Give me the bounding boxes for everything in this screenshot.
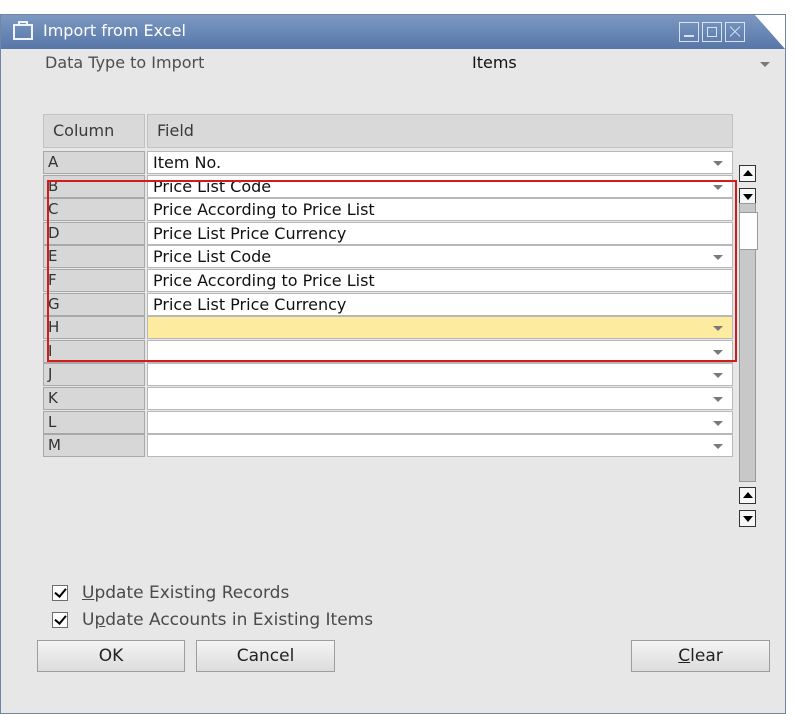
dropdown-caret-icon[interactable] — [713, 326, 723, 332]
titlebar-corner — [755, 15, 785, 49]
column-letter-cell[interactable]: M — [43, 434, 145, 458]
field-cell[interactable]: Price List Price Currency — [147, 221, 733, 245]
scroll-up-icon[interactable] — [739, 165, 756, 182]
table-row: M — [43, 434, 733, 458]
data-type-value: Items — [472, 53, 517, 72]
table-row: I — [43, 339, 733, 363]
update-existing-records-label: Update Existing Records — [82, 583, 290, 603]
dropdown-caret-icon[interactable] — [713, 373, 723, 379]
dropdown-caret-icon[interactable] — [713, 184, 723, 190]
table-row: C Price According to Price List — [43, 198, 733, 222]
table-row: E Price List Code — [43, 245, 733, 269]
field-cell[interactable]: Price According to Price List — [147, 269, 733, 292]
scroll-down-icon[interactable] — [739, 510, 756, 527]
field-cell[interactable] — [147, 387, 733, 410]
field-cell[interactable]: Price List Code — [147, 245, 733, 269]
field-value: Price According to Price List — [153, 271, 375, 290]
column-letter-cell[interactable]: J — [43, 363, 145, 387]
field-value: Price List Code — [153, 247, 272, 267]
field-cell[interactable] — [147, 410, 733, 434]
cancel-button[interactable]: Cancel — [196, 640, 335, 672]
column-letter-cell[interactable]: F — [43, 269, 145, 292]
column-letter-cell[interactable]: C — [43, 198, 145, 222]
field-cell[interactable] — [147, 363, 733, 387]
clear-button[interactable]: Clear — [631, 640, 770, 672]
field-cell[interactable] — [147, 339, 733, 363]
column-letter-cell[interactable]: G — [43, 292, 145, 316]
field-cell[interactable]: Price List Code — [147, 174, 733, 198]
scroll-up-icon[interactable] — [739, 487, 756, 504]
field-value: Price List Code — [153, 176, 272, 196]
title-bar[interactable]: Import from Excel — [1, 15, 785, 49]
field-value: Price List Price Currency — [153, 294, 347, 314]
column-letter-cell[interactable]: B — [43, 174, 145, 198]
dropdown-caret-icon[interactable] — [713, 349, 723, 355]
field-cell[interactable] — [147, 434, 733, 458]
minimize-icon[interactable] — [679, 22, 699, 42]
column-letter-cell[interactable]: A — [43, 151, 145, 174]
data-type-select[interactable]: Items — [468, 50, 778, 76]
checkmark-icon — [54, 612, 67, 625]
window-icon — [13, 21, 33, 40]
table-row: L — [43, 410, 733, 434]
field-header[interactable]: Field — [147, 114, 733, 148]
table-row: A Item No. — [43, 151, 733, 174]
column-letter-cell[interactable]: L — [43, 410, 145, 434]
table-row: F Price According to Price List — [43, 269, 733, 292]
column-letter-cell[interactable]: E — [43, 245, 145, 269]
table-row: H — [43, 316, 733, 340]
table-row: B Price List Code — [43, 174, 733, 198]
table-row: G Price List Price Currency — [43, 292, 733, 316]
field-cell[interactable]: Price List Price Currency — [147, 292, 733, 316]
dropdown-caret-icon[interactable] — [713, 420, 723, 426]
scrollbar-thumb[interactable] — [739, 212, 758, 250]
dropdown-caret-icon[interactable] — [713, 397, 723, 402]
field-value: Price List Price Currency — [153, 223, 347, 243]
checkmark-icon — [54, 585, 67, 598]
field-value: Price According to Price List — [153, 200, 375, 220]
checkbox[interactable] — [52, 612, 68, 628]
window-title: Import from Excel — [43, 21, 186, 40]
column-letter-cell[interactable]: D — [43, 221, 145, 245]
close-icon[interactable] — [725, 22, 745, 42]
update-accounts-label: Update Accounts in Existing Items — [82, 610, 374, 630]
checkbox[interactable] — [52, 585, 68, 601]
column-letter-cell[interactable]: H — [43, 316, 145, 340]
ok-button[interactable]: OK — [37, 640, 185, 672]
data-type-label: Data Type to Import — [45, 53, 205, 72]
table-row: J — [43, 363, 733, 387]
maximize-icon[interactable] — [702, 22, 722, 42]
table-row: K — [43, 387, 733, 410]
dropdown-caret-icon[interactable] — [713, 161, 723, 166]
column-header[interactable]: Column — [43, 114, 145, 148]
field-cell[interactable]: Price According to Price List — [147, 198, 733, 222]
column-letter-cell[interactable]: I — [43, 339, 145, 363]
dropdown-caret-icon[interactable] — [713, 255, 723, 261]
dropdown-caret-icon[interactable] — [713, 444, 723, 450]
column-letter-cell[interactable]: K — [43, 387, 145, 410]
field-cell[interactable]: Item No. — [147, 151, 733, 174]
field-cell[interactable] — [147, 316, 733, 340]
field-value: Item No. — [153, 153, 222, 172]
dropdown-caret-icon — [760, 62, 770, 67]
table-row: D Price List Price Currency — [43, 221, 733, 245]
